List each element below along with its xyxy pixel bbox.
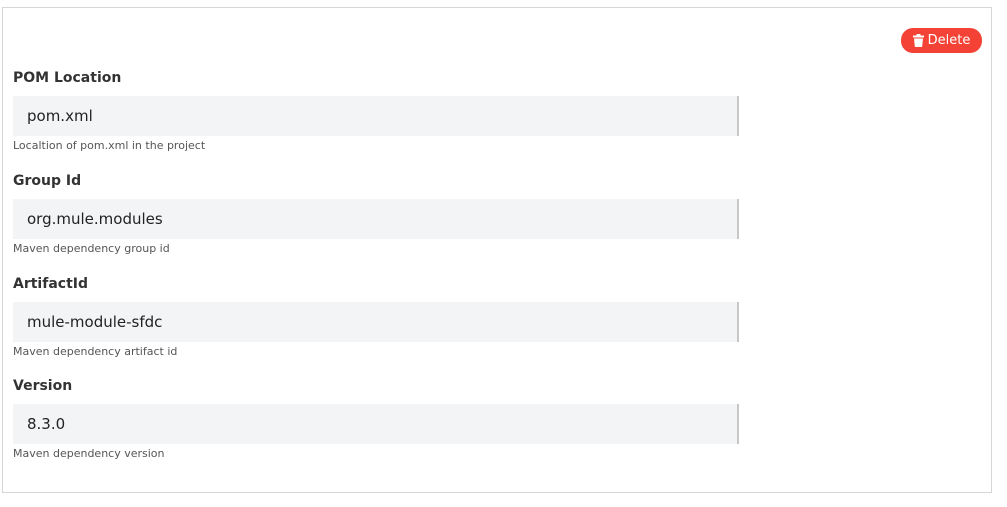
artifact-id-label: ArtifactId (13, 276, 88, 292)
version-label: Version (13, 378, 73, 394)
pom-location-input[interactable]: pom.xml (13, 96, 739, 136)
group-id-field: Group Id org.mule.modules Maven dependen… (13, 171, 743, 257)
delete-button[interactable]: Delete (901, 28, 982, 53)
group-id-input[interactable]: org.mule.modules (13, 199, 739, 239)
version-input[interactable]: 8.3.0 (13, 404, 739, 444)
pom-location-field: POM Location pom.xml Localtion of pom.xm… (13, 68, 743, 154)
dependency-panel: Delete POM Location pom.xml Localtion of… (2, 7, 992, 493)
trash-icon (912, 34, 924, 47)
pom-location-help: Localtion of pom.xml in the project (13, 139, 206, 152)
group-id-label: Group Id (13, 173, 82, 189)
version-help: Maven dependency version (13, 447, 165, 460)
artifact-id-help: Maven dependency artifact id (13, 345, 178, 358)
version-field: Version 8.3.0 Maven dependency version (13, 376, 743, 462)
delete-button-label: Delete (927, 33, 971, 48)
pom-location-label: POM Location (13, 70, 122, 86)
artifact-id-input[interactable]: mule-module-sfdc (13, 302, 739, 342)
group-id-help: Maven dependency group id (13, 242, 170, 255)
artifact-id-field: ArtifactId mule-module-sfdc Maven depend… (13, 274, 743, 360)
